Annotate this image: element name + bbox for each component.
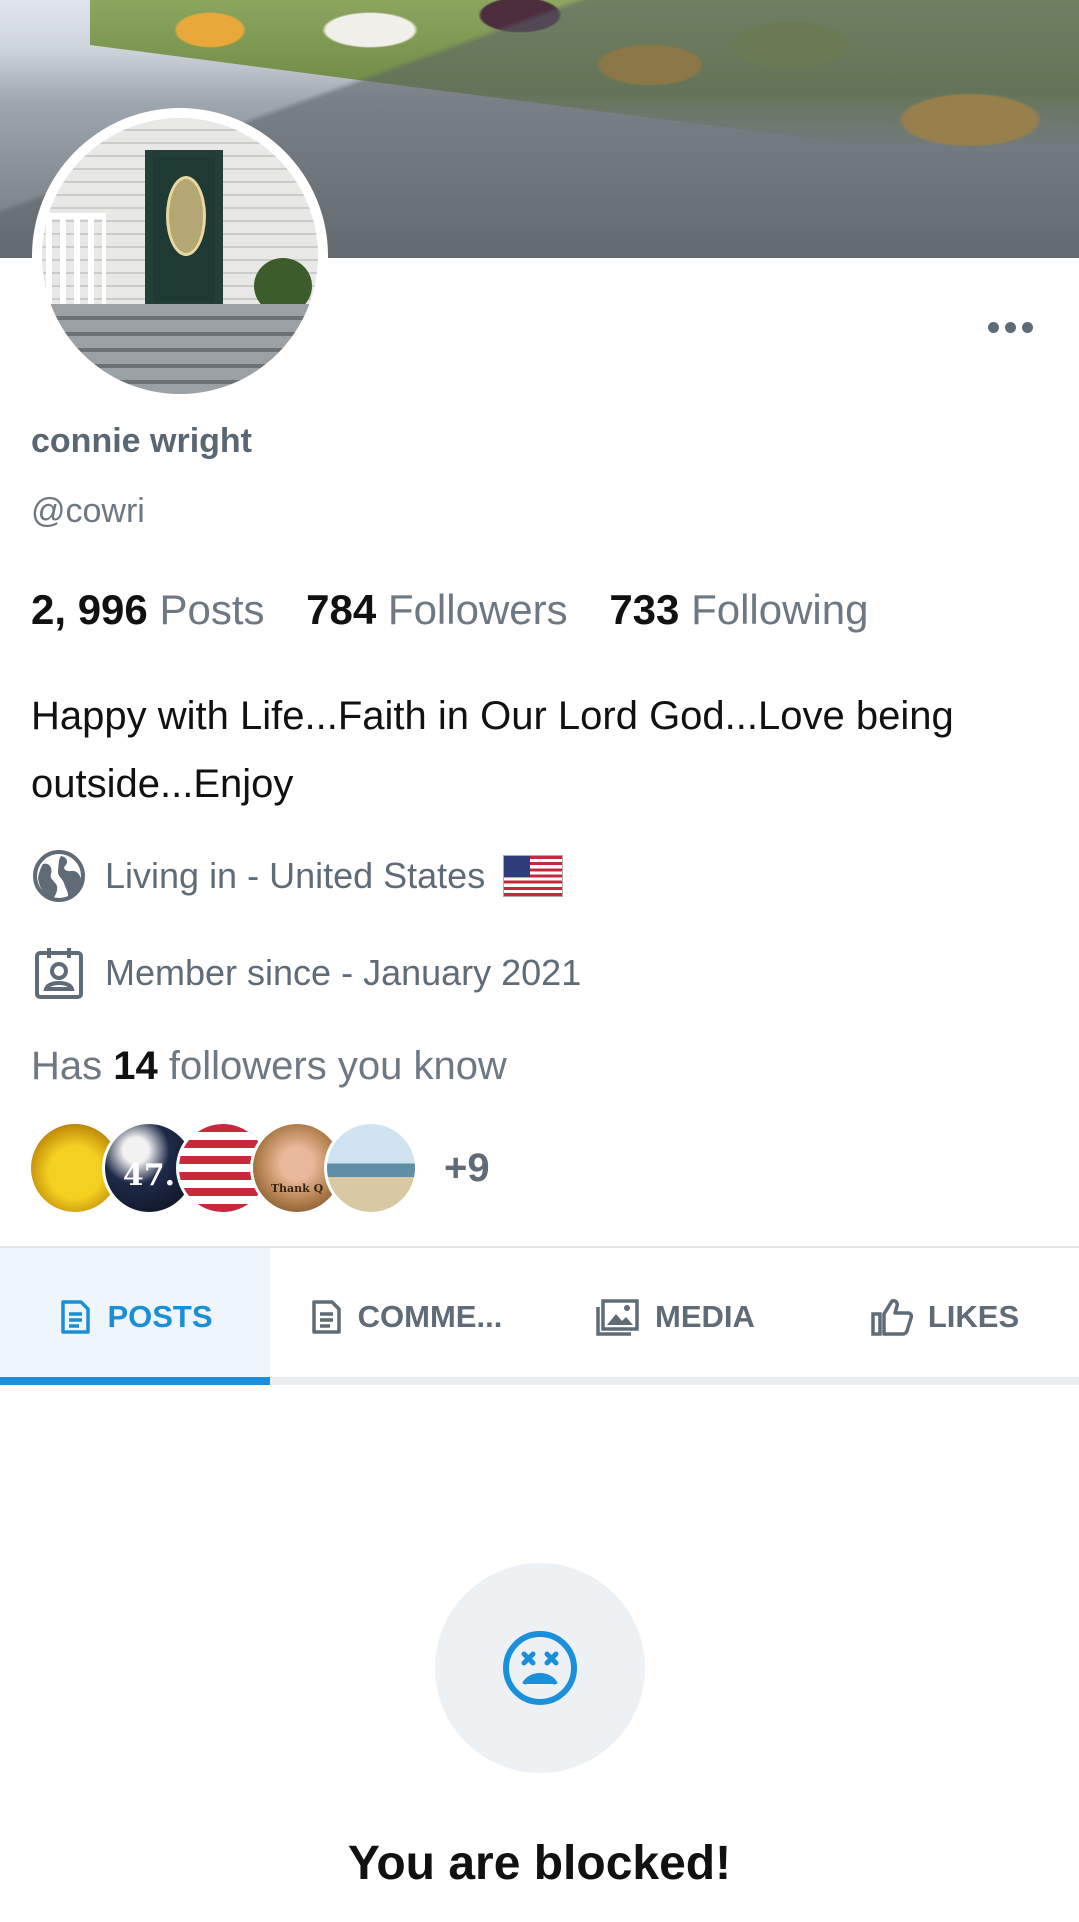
id-card-icon <box>31 945 87 1001</box>
mutual-followers-text[interactable]: Has 14 followers you know <box>31 1044 507 1089</box>
avatar-steps <box>42 304 318 394</box>
dizzy-face-icon <box>503 1631 577 1705</box>
comment-document-icon <box>311 1299 341 1334</box>
avatar[interactable] <box>32 108 328 404</box>
tab-comments[interactable]: COMME... <box>270 1248 540 1385</box>
mutual-suffix: followers you know <box>168 1044 507 1088</box>
profile-handle: @cowri <box>31 492 145 530</box>
tab-posts-label: POSTS <box>107 1298 213 1334</box>
thumbs-up-icon <box>871 1298 913 1336</box>
document-icon <box>61 1299 91 1334</box>
blocked-icon-circle <box>435 1563 645 1773</box>
posts-count: 2, 996 <box>31 586 148 633</box>
profile-name: connie wright <box>31 422 252 460</box>
mutual-prefix: Has <box>31 1044 103 1088</box>
profile-bio: Happy with Life...Faith in Our Lord God.… <box>31 694 954 806</box>
following-stat[interactable]: 733 Following <box>609 586 868 633</box>
us-flag-icon <box>503 855 564 897</box>
profile-tabs: POSTS COMME... MEDIA LIKES <box>0 1246 1079 1385</box>
blocked-title: You are blocked! <box>347 1837 732 1890</box>
globe-icon <box>31 848 87 904</box>
mutual-count: 14 <box>113 1044 158 1088</box>
more-options-icon[interactable] <box>980 312 1040 342</box>
tab-media-label: MEDIA <box>655 1298 755 1334</box>
followers-count: 784 <box>306 586 377 633</box>
following-label: Following <box>691 586 869 633</box>
posts-stat[interactable]: 2, 996 Posts <box>31 586 265 633</box>
posts-label: Posts <box>159 586 265 633</box>
following-count: 733 <box>609 586 680 633</box>
mutual-avatars[interactable]: 47. Thank Q +9 <box>28 1118 490 1218</box>
profile-stats: 2, 996 Posts 784 Followers 733 Following <box>31 586 868 634</box>
avatar-door <box>145 150 223 310</box>
member-since-text: Member since - January 2021 <box>105 952 582 993</box>
location-row: Living in - United States <box>31 848 564 904</box>
tab-comments-label: COMME... <box>357 1298 503 1334</box>
tab-posts[interactable]: POSTS <box>0 1248 270 1385</box>
location-text: Living in - United States <box>105 855 486 896</box>
followers-stat[interactable]: 784 Followers <box>306 586 567 633</box>
followers-label: Followers <box>387 586 568 633</box>
image-icon <box>596 1298 639 1336</box>
mutual-avatar[interactable] <box>324 1121 418 1215</box>
tab-likes[interactable]: LIKES <box>810 1248 1079 1385</box>
member-since-row: Member since - January 2021 <box>31 945 581 1001</box>
tab-media[interactable]: MEDIA <box>540 1248 810 1385</box>
more-mutual-count[interactable]: +9 <box>444 1146 490 1191</box>
avatar-photo <box>42 118 318 394</box>
tab-likes-label: LIKES <box>927 1298 1020 1334</box>
